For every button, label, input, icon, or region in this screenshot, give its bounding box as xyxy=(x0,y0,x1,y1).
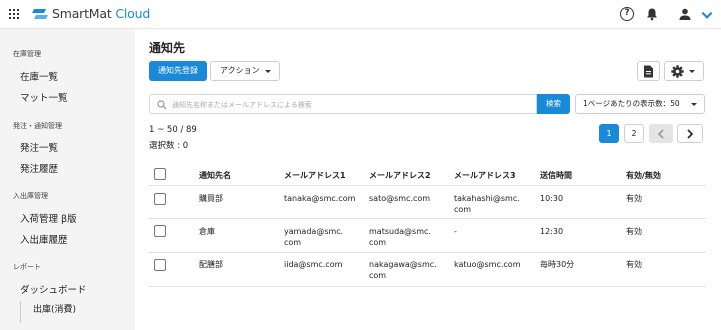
column-header-email2[interactable]: メールアドレス2 xyxy=(369,170,431,181)
column-header-status[interactable]: 有効/無効 xyxy=(626,170,661,181)
cell-status: 有効 xyxy=(626,260,642,269)
caret-down-icon xyxy=(691,103,697,106)
cell-send-time: 毎時30分 xyxy=(540,260,575,269)
chevron-down-icon[interactable] xyxy=(700,8,714,22)
cell-email2: nakagawa@smc. com xyxy=(369,259,437,281)
cell-status: 有効 xyxy=(626,194,642,203)
page-button-2[interactable]: 2 xyxy=(624,124,644,143)
page-button-1[interactable]: 1 xyxy=(599,124,619,143)
cell-email2-line2: com xyxy=(369,238,387,247)
per-page-label: 1ページあたりの表示数：50 xyxy=(583,99,680,108)
cell-email2-line1: nakagawa@smc. xyxy=(369,260,437,269)
chevron-right-icon xyxy=(687,129,694,139)
cell-email3-line1: takahashi@smc. xyxy=(454,194,520,203)
page-title: 通知先 xyxy=(149,41,186,55)
row-checkbox[interactable] xyxy=(154,259,166,271)
sidebar-item-mat-list[interactable]: マット一覧 xyxy=(20,90,68,104)
row-divider xyxy=(148,286,706,287)
document-icon xyxy=(644,65,653,78)
cell-send-time: 10:30 xyxy=(540,194,564,203)
cell-email2-line2: com xyxy=(369,271,387,280)
cell-name[interactable]: 購買部 xyxy=(199,193,223,204)
sidebar-subitem-consumption[interactable]: 出庫(消費) xyxy=(33,302,76,315)
help-icon[interactable]: ? xyxy=(620,7,634,21)
row-checkbox[interactable] xyxy=(154,225,166,237)
caret-down-icon xyxy=(265,70,271,73)
sidebar-section-inventory: 在庫管理 xyxy=(13,50,41,58)
cell-email2: matsuda@smc. com xyxy=(369,226,431,248)
top-bar: SmartMat Cloud ? xyxy=(0,0,721,29)
sidebar-section-report: レポート xyxy=(13,263,41,271)
sidebar-section-warehouse: 入出庫管理 xyxy=(13,192,48,200)
sidebar-item-inventory-list[interactable]: 在庫一覧 xyxy=(20,69,58,83)
sidebar-item-receiving[interactable]: 入荷管理 β版 xyxy=(20,211,77,225)
select-all-checkbox[interactable] xyxy=(154,168,166,180)
prev-page-button[interactable] xyxy=(649,124,673,143)
search-icon xyxy=(157,100,167,110)
gear-icon xyxy=(671,65,684,78)
settings-button[interactable] xyxy=(664,61,704,81)
cell-name[interactable]: 配膳部 xyxy=(199,259,223,270)
logo-text: SmartMat Cloud xyxy=(52,6,151,21)
result-range: 1 ~ 50 / 89 xyxy=(149,125,197,135)
cell-email3: takahashi@smc. com xyxy=(454,193,520,215)
caret-down-icon xyxy=(689,70,695,73)
cell-email3-line2: com xyxy=(454,205,472,214)
header-divider xyxy=(148,185,706,186)
sidebar-section-orders: 発注・通知管理 xyxy=(13,122,62,130)
export-button[interactable] xyxy=(637,61,660,81)
user-icon[interactable] xyxy=(678,7,692,21)
app-grid-icon[interactable] xyxy=(9,9,19,19)
chevron-left-icon xyxy=(657,129,664,139)
column-header-email3[interactable]: メールアドレス3 xyxy=(454,170,516,181)
row-checkbox[interactable] xyxy=(154,193,166,205)
sidebar-subitem-line xyxy=(20,301,21,323)
register-button[interactable]: 通知先登録 xyxy=(149,61,207,81)
sidebar-item-order-list[interactable]: 発注一覧 xyxy=(20,140,58,154)
sidebar: 在庫管理 在庫一覧 マット一覧 発注・通知管理 発注一覧 発注履歴 入出庫管理 … xyxy=(0,29,135,330)
selected-count: 選択数 : 0 xyxy=(149,141,189,151)
cell-email1-line1: yamada@smc. xyxy=(284,227,344,236)
row-divider xyxy=(148,252,706,253)
cell-status: 有効 xyxy=(626,227,642,236)
cell-email1-line2: com xyxy=(284,238,302,247)
action-dropdown-label: アクション xyxy=(220,66,260,75)
bell-icon[interactable] xyxy=(645,7,659,21)
cell-email1: tanaka@smc.com xyxy=(284,194,356,203)
column-header-name[interactable]: 通知先名 xyxy=(199,170,231,181)
search-button[interactable]: 検索 xyxy=(537,94,570,114)
sidebar-item-inout-history[interactable]: 入出庫履歴 xyxy=(20,232,68,246)
sidebar-item-order-history[interactable]: 発注履歴 xyxy=(20,161,58,175)
cell-email2: sato@smc.com xyxy=(369,194,431,203)
cell-name[interactable]: 倉庫 xyxy=(199,226,215,237)
column-header-email1[interactable]: メールアドレス1 xyxy=(284,170,346,181)
next-page-button[interactable] xyxy=(677,124,703,143)
cell-email3: katuo@smc.com xyxy=(454,260,521,269)
logo[interactable]: SmartMat Cloud xyxy=(32,6,150,21)
sidebar-item-dashboard[interactable]: ダッシュボード xyxy=(20,282,87,296)
cell-email1: yamada@smc. com xyxy=(284,226,343,248)
logo-mark-icon xyxy=(32,8,48,19)
cell-send-time: 12:30 xyxy=(540,227,564,236)
row-divider xyxy=(148,218,706,219)
cell-email2-line1: matsuda@smc. xyxy=(369,227,431,236)
search-box xyxy=(149,94,537,114)
search-input[interactable] xyxy=(172,98,532,111)
action-dropdown[interactable]: アクション xyxy=(210,61,280,81)
per-page-select[interactable]: 1ページあたりの表示数：50 xyxy=(575,94,705,114)
cell-email1: iida@smc.com xyxy=(284,260,343,269)
column-header-send-time[interactable]: 送信時間 xyxy=(540,170,572,181)
cell-email3: - xyxy=(454,227,457,236)
